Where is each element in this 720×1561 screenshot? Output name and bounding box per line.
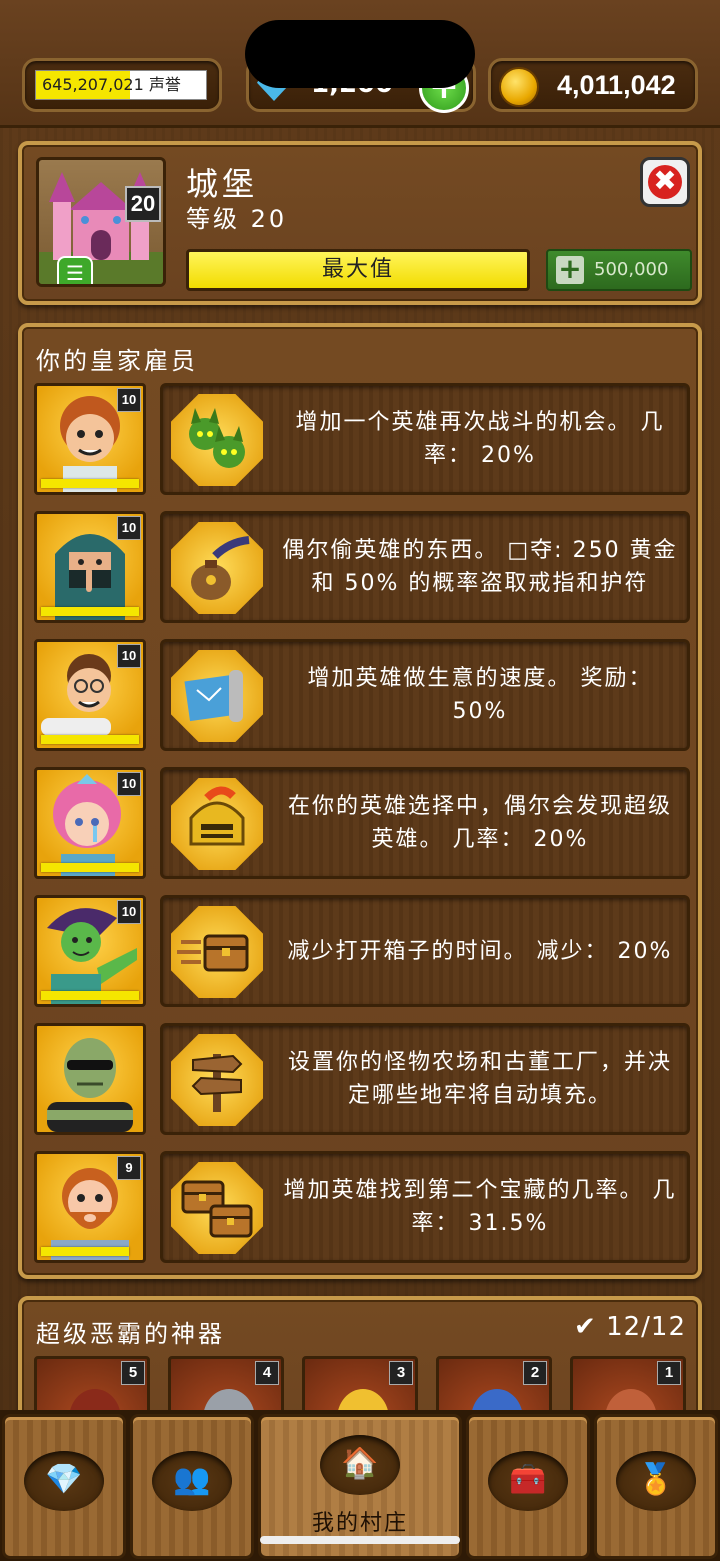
- skill-description: 增加英雄找到第二个宝藏的几率。 几率： 31.5%: [283, 1178, 677, 1236]
- fast-chest-icon: [171, 906, 263, 998]
- artifact-rank: 1: [657, 1361, 681, 1385]
- royal-employees-panel: 你的皇家雇员 10 增加一个英雄再次战斗的机会。 几率： 20% 10 偶尔偷英…: [18, 323, 702, 1279]
- nav-gems-button[interactable]: 💎: [2, 1414, 126, 1559]
- skill-card: 偶尔偷英雄的东西。 □夺: 250 黄金和 50% 的概率盗取戒指和护符: [160, 511, 690, 623]
- employee-portrait[interactable]: 9: [34, 1151, 146, 1263]
- nav-village-label: 我的村庄: [311, 1511, 408, 1536]
- building-panel: 20 ☰ 城堡 等级 20 ✖ 最大值 + 500,000: [18, 141, 702, 305]
- medal-icon: 🏅: [616, 1451, 696, 1511]
- gold-coin-icon: [499, 67, 539, 107]
- employee-progress-bar: [41, 735, 139, 744]
- building-level: 等级 20: [186, 205, 288, 233]
- artifact-rank: 5: [121, 1361, 145, 1385]
- section-title: 你的皇家雇员: [36, 347, 198, 375]
- reputation-value: 645,207,021 声誉: [42, 75, 181, 94]
- employee-progress-bar: [41, 1247, 130, 1256]
- check-icon: ✔: [574, 1312, 597, 1342]
- employee-level: 10: [117, 772, 141, 796]
- reputation-bar: 645,207,021 声誉: [35, 70, 207, 100]
- nav-heroes-button[interactable]: 👥: [130, 1414, 254, 1559]
- close-button[interactable]: ✖: [640, 157, 690, 207]
- goblin-heads-icon: [171, 394, 263, 486]
- house-icon: 🏠: [320, 1435, 400, 1495]
- employee-progress-bar: [41, 607, 139, 616]
- close-icon: ✖: [648, 165, 682, 199]
- home-indicator: [260, 1536, 460, 1544]
- artifact-rank: 4: [255, 1361, 279, 1385]
- employee-progress-bar: [41, 863, 139, 872]
- employee-level: 10: [117, 516, 141, 540]
- employee-level: 10: [117, 644, 141, 668]
- employee-row[interactable]: 设置你的怪物农场和古董工厂，并决定哪些地牢将自动填充。: [34, 1023, 690, 1135]
- employee-portrait[interactable]: 10: [34, 511, 146, 623]
- reputation-counter[interactable]: 645,207,021 声誉: [22, 58, 222, 112]
- map-scroll-icon: [171, 650, 263, 742]
- employee-row[interactable]: 10 增加英雄做生意的速度。 奖励： 50%: [34, 639, 690, 751]
- two-chests-icon: [171, 1162, 263, 1254]
- skill-description: 在你的英雄选择中，偶尔会发现超级英雄。 几率： 20%: [287, 794, 672, 852]
- employee-row[interactable]: 9 增加英雄找到第二个宝藏的几率。 几率： 31.5%: [34, 1151, 690, 1263]
- upgrade-cost: 500,000: [594, 259, 669, 280]
- money-bag-hand-icon: [171, 522, 263, 614]
- skill-card: 增加英雄做生意的速度。 奖励： 50%: [160, 639, 690, 751]
- employee-level: 10: [117, 388, 141, 412]
- skill-card: 增加一个英雄再次战斗的机会。 几率： 20%: [160, 383, 690, 495]
- chest-icon: 🧰: [488, 1451, 568, 1511]
- skill-description: 增加一个英雄再次战斗的机会。 几率： 20%: [295, 410, 665, 468]
- knight-helmet-icon: [171, 778, 263, 870]
- employee-level: 10: [117, 900, 141, 924]
- diamond-icon: 💎: [24, 1451, 104, 1511]
- skill-description: 设置你的怪物农场和古董工厂，并决定哪些地牢将自动填充。: [287, 1050, 672, 1108]
- employee-portrait[interactable]: 10: [34, 767, 146, 879]
- device-notch: [245, 20, 475, 88]
- employee-row[interactable]: 10 偶尔偷英雄的东西。 □夺: 250 黄金和 50% 的概率盗取戒指和护符: [34, 511, 690, 623]
- nav-chests-button[interactable]: 🧰: [466, 1414, 590, 1559]
- group-icon: 👥: [152, 1451, 232, 1511]
- employee-portrait[interactable]: 10: [34, 383, 146, 495]
- skill-card: 设置你的怪物农场和古董工厂，并决定哪些地牢将自动填充。: [160, 1023, 690, 1135]
- skill-card: 在你的英雄选择中，偶尔会发现超级英雄。 几率： 20%: [160, 767, 690, 879]
- employee-portrait[interactable]: [34, 1023, 146, 1135]
- max-level-bar: 最大值: [186, 249, 530, 291]
- skill-description: 增加英雄做生意的速度。 奖励： 50%: [307, 666, 653, 724]
- section-title: 超级恶霸的神器: [36, 1320, 225, 1348]
- plus-icon: +: [556, 255, 584, 284]
- employee-progress-bar: [41, 991, 139, 1000]
- skill-card: 减少打开箱子的时间。 减少： 20%: [160, 895, 690, 1007]
- artifact-rank: 2: [523, 1361, 547, 1385]
- employee-row[interactable]: 10 减少打开箱子的时间。 减少： 20%: [34, 895, 690, 1007]
- skill-description: 减少打开箱子的时间。 减少： 20%: [287, 938, 673, 964]
- list-icon[interactable]: ☰: [57, 256, 93, 284]
- employee-level: 9: [117, 1156, 141, 1180]
- building-level-badge: 20: [125, 186, 161, 222]
- gold-counter[interactable]: 4,011,042: [488, 58, 698, 112]
- employee-row[interactable]: 10 增加一个英雄再次战斗的机会。 几率： 20%: [34, 383, 690, 495]
- castle-icon[interactable]: 20 ☰: [36, 157, 166, 287]
- currency-bar: 645,207,021 声誉 1,200 + 4,011,042: [0, 0, 720, 128]
- skill-card: 增加英雄找到第二个宝藏的几率。 几率： 31.5%: [160, 1151, 690, 1263]
- employee-row[interactable]: 10 在你的英雄选择中，偶尔会发现超级英雄。 几率： 20%: [34, 767, 690, 879]
- artifacts-count: ✔ 12/12: [574, 1312, 686, 1342]
- signpost-icon: [171, 1034, 263, 1126]
- employee-progress-bar: [41, 479, 139, 488]
- employee-portrait[interactable]: 10: [34, 639, 146, 751]
- gold-value: 4,011,042: [557, 70, 676, 100]
- nav-achievements-button[interactable]: 🏅: [594, 1414, 718, 1559]
- employee-portrait[interactable]: 10: [34, 895, 146, 1007]
- artifact-rank: 3: [389, 1361, 413, 1385]
- skill-description: 偶尔偷英雄的东西。 □夺: 250 黄金和 50% 的概率盗取戒指和护符: [282, 538, 678, 596]
- upgrade-button[interactable]: + 500,000: [546, 249, 692, 291]
